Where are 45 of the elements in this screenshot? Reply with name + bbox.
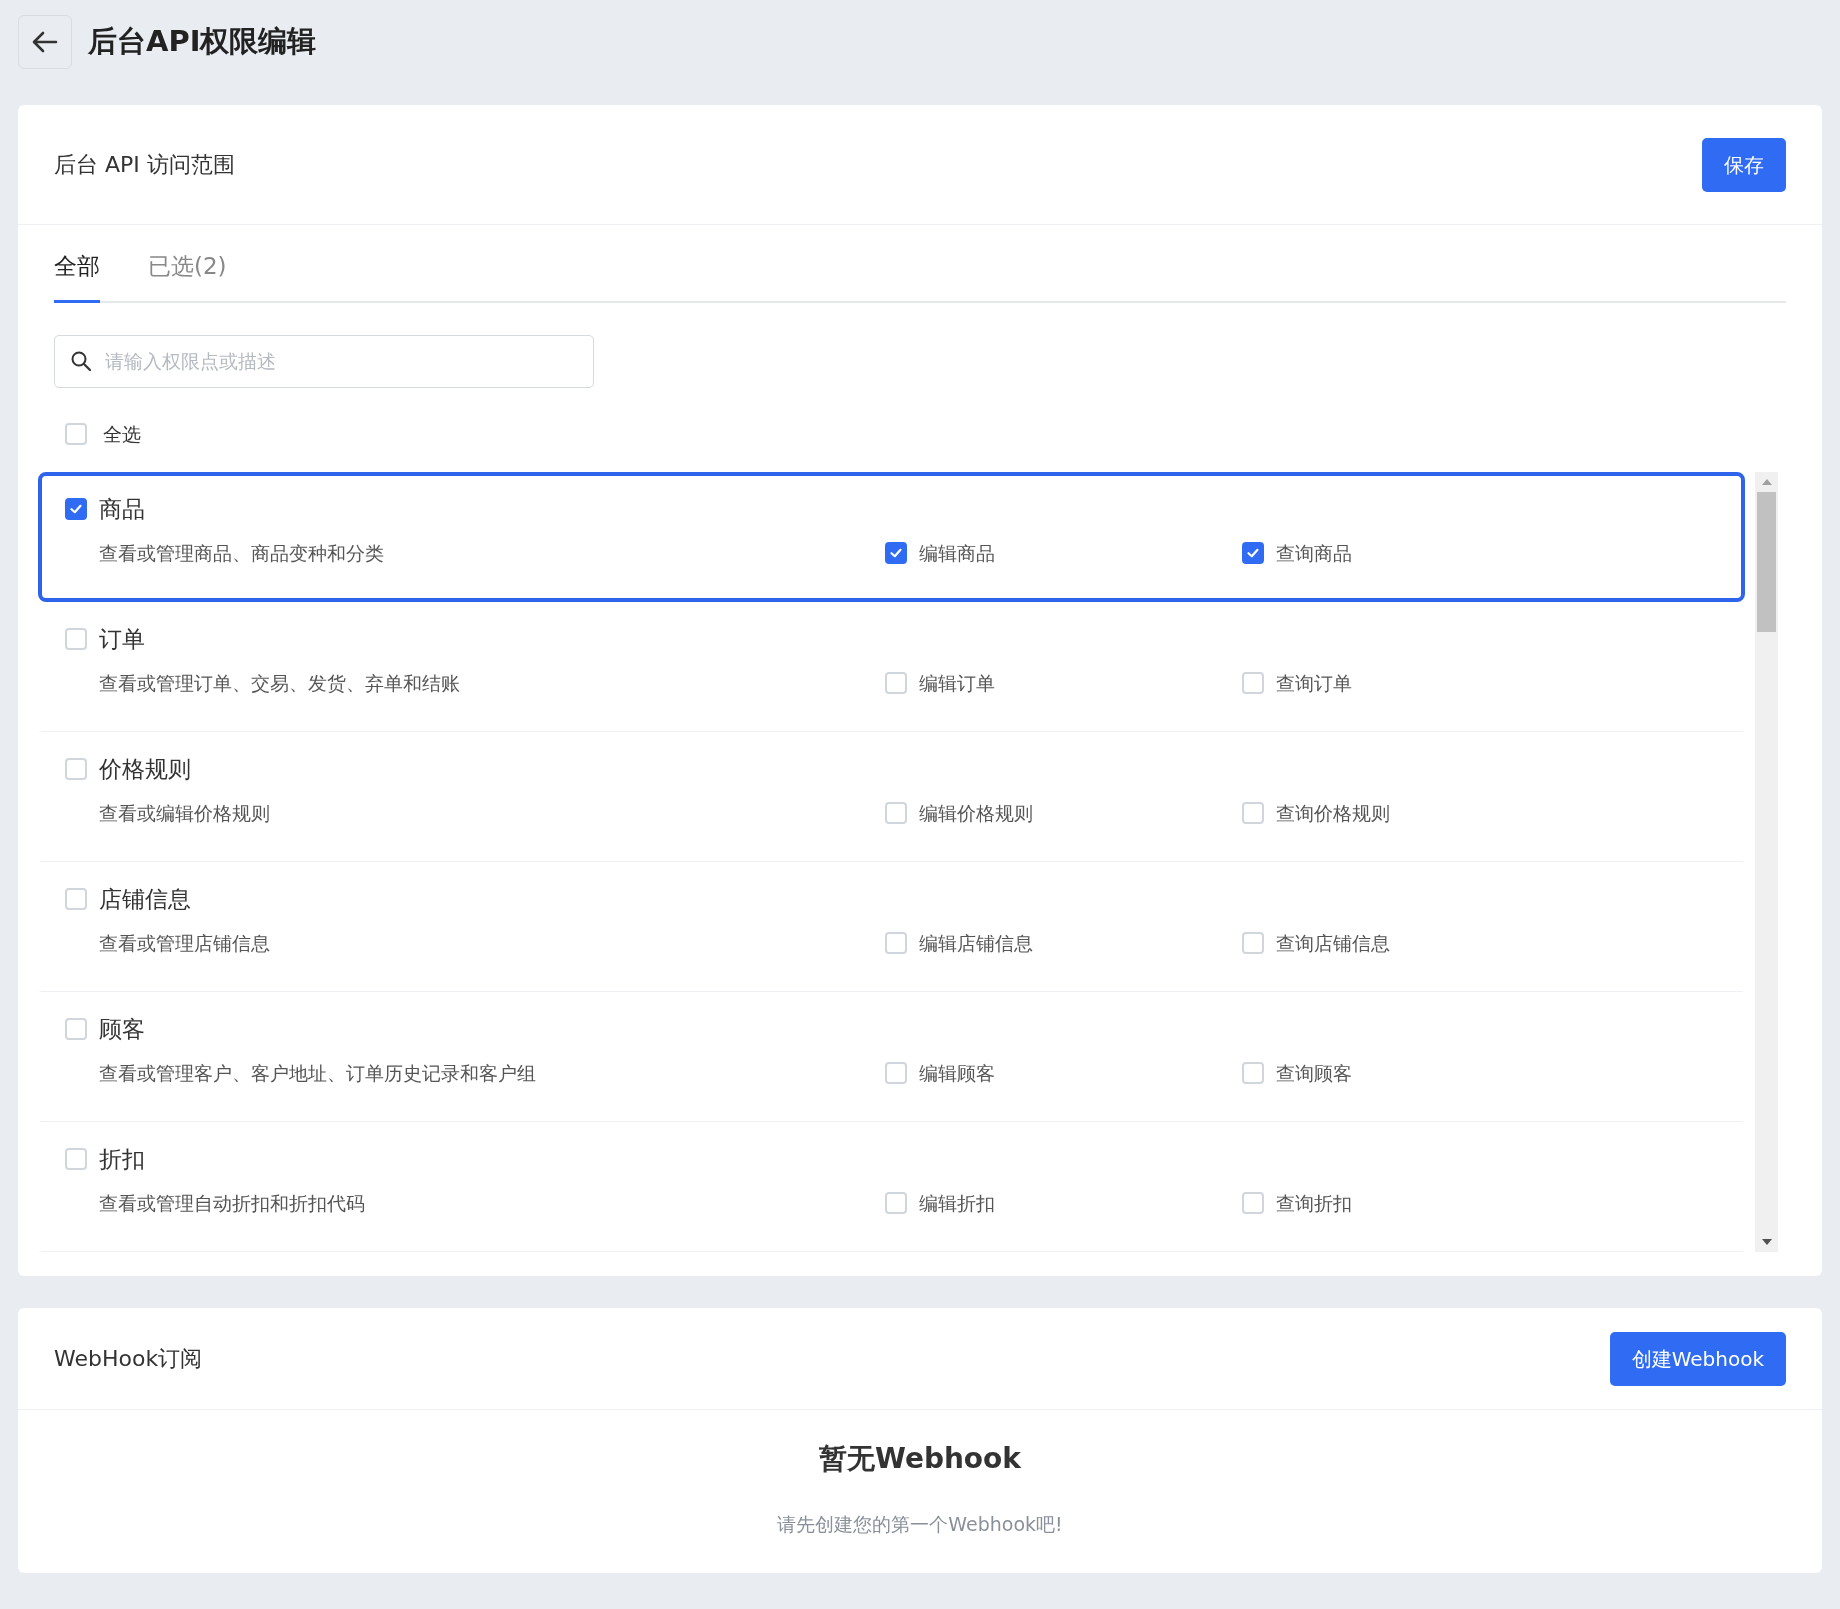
permission-label: 编辑店铺信息: [919, 930, 1033, 956]
card-title: WebHook订阅: [54, 1345, 203, 1373]
permission-label: 编辑顾客: [919, 1060, 995, 1086]
scroll-down-icon[interactable]: [1760, 1238, 1773, 1246]
group-name: 折扣: [99, 1145, 145, 1174]
select-all-checkbox[interactable]: [65, 422, 87, 445]
permission-checkbox[interactable]: [885, 541, 907, 564]
group-name: 店铺信息: [99, 885, 191, 914]
search-field[interactable]: 请输入权限点或描述: [54, 334, 594, 388]
scrollbar[interactable]: [1755, 472, 1778, 1252]
group-description: 查看或管理商品、商品变种和分类: [98, 540, 385, 566]
create-webhook-button[interactable]: 创建Webhook: [1609, 1331, 1786, 1386]
back-button[interactable]: [18, 15, 72, 69]
permission-label: 查询价格规则: [1276, 800, 1390, 826]
group-name: 商品: [99, 495, 145, 524]
group-name: 价格规则: [99, 755, 191, 784]
group-description: 查看或编辑价格规则: [98, 800, 271, 826]
group-checkbox[interactable]: [65, 498, 87, 521]
checkbox-label: 全选: [103, 421, 141, 447]
save-button[interactable]: 保存: [1702, 137, 1786, 192]
group-description: 查看或管理店铺信息: [98, 930, 271, 956]
tab[interactable]: 已选(2): [148, 249, 227, 303]
permission-label: 查询折扣: [1276, 1190, 1352, 1216]
card-title: 后台 API 访问范围: [54, 151, 235, 179]
group-description: 查看或管理自动折扣和折扣代码: [98, 1190, 366, 1216]
group-description: 查看或管理订单、交易、发货、弃单和结账: [98, 670, 461, 696]
permission-label: 编辑订单: [919, 670, 995, 696]
empty-state-hint: 请先创建您的第一个Webhook吧!: [776, 1512, 1064, 1537]
permission-label: 编辑折扣: [919, 1190, 995, 1216]
permission-label: 编辑商品: [919, 540, 995, 566]
empty-state-title: 暂无Webhook: [818, 1441, 1022, 1477]
permission-label: 查询商品: [1276, 540, 1352, 566]
page-title: 后台API权限编辑: [88, 23, 317, 61]
permission-checkbox[interactable]: [1242, 541, 1264, 564]
scroll-up-icon[interactable]: [1760, 478, 1773, 486]
permission-label: 查询顾客: [1276, 1060, 1352, 1086]
permission-label: 查询订单: [1276, 670, 1352, 696]
group-name: 订单: [99, 625, 145, 654]
permission-label: 编辑价格规则: [919, 800, 1033, 826]
group-description: 查看或管理客户、客户地址、订单历史记录和客户组: [98, 1060, 537, 1086]
tab[interactable]: 全部: [54, 249, 100, 303]
back-arrow-icon: [32, 31, 58, 53]
group-name: 顾客: [99, 1015, 145, 1044]
permission-label: 查询店铺信息: [1276, 930, 1390, 956]
scroll-thumb[interactable]: [1757, 492, 1776, 632]
